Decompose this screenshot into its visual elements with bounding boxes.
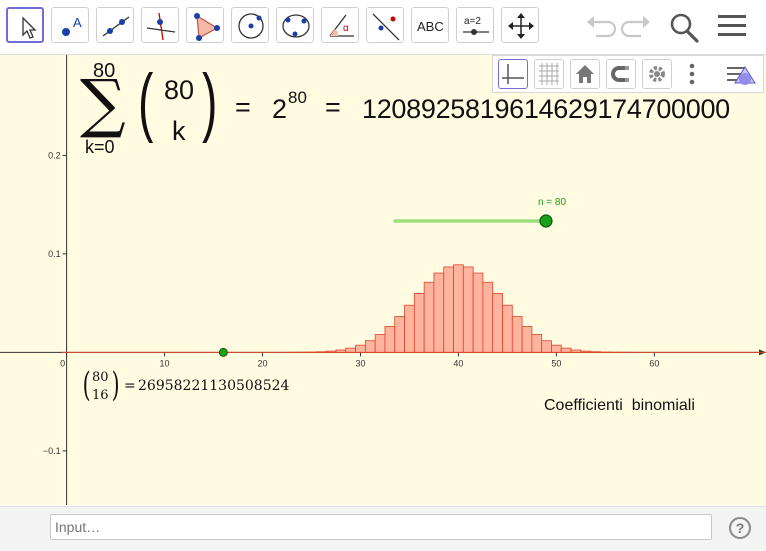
bar-k-49 — [542, 341, 552, 353]
angle-tool-button[interactable]: α — [321, 7, 359, 43]
x-tick-label: 20 — [258, 358, 268, 368]
grid-icon — [535, 60, 563, 88]
point-k[interactable] — [219, 348, 227, 356]
bar-k-30 — [356, 345, 366, 352]
caption-text: Coefficienti binomiali — [544, 397, 695, 415]
magnet-icon — [607, 60, 635, 88]
graphics-view[interactable]: 01020304050600.20.1−0.1 n = 80 80 ∑ k=0 … — [0, 55, 766, 505]
bar-k-45 — [503, 305, 513, 352]
slider-tool-button[interactable]: a=2 — [456, 7, 494, 43]
menu-icon[interactable] — [716, 12, 748, 40]
binom-close-paren: ) — [202, 62, 217, 142]
line-tool-button[interactable] — [96, 7, 134, 43]
equals-sign-1: = — [235, 92, 251, 123]
x-tick-label: 40 — [453, 358, 463, 368]
home-icon — [571, 60, 599, 88]
bar-k-50 — [551, 345, 561, 352]
bar-k-32 — [375, 335, 385, 353]
line-icon — [103, 17, 129, 36]
binom-result-value: 26958221130508524 — [138, 378, 289, 394]
svg-text:α: α — [343, 23, 349, 34]
power-exponent: 80 — [288, 88, 307, 108]
toggle-axes-button[interactable] — [498, 59, 528, 89]
toggle-grid-button[interactable] — [534, 59, 564, 89]
circle-tool-button[interactable] — [231, 7, 269, 43]
bar-k-33 — [385, 326, 395, 352]
bar-k-37 — [424, 282, 434, 352]
input-bar: ? — [0, 506, 766, 551]
slider-n-handle[interactable] — [540, 215, 552, 227]
cursor-arrow-icon — [23, 18, 35, 38]
point-capturing-button[interactable] — [606, 59, 636, 89]
move-arrows-icon — [502, 8, 540, 44]
svg-text:a=2: a=2 — [464, 16, 481, 27]
bar-k-29 — [346, 348, 356, 352]
perpendicular-line-tool-button[interactable] — [141, 7, 179, 43]
polygon-tool-button[interactable] — [186, 7, 224, 43]
binom-result-close-paren: ) — [112, 366, 120, 404]
sigma-symbol: ∑ — [80, 72, 126, 136]
undo-icon[interactable] — [584, 10, 618, 42]
equals-sign-2: = — [325, 92, 341, 123]
help-button[interactable]: ? — [729, 517, 751, 539]
binom-result-bottom: 16 — [92, 388, 109, 403]
move-graphics-view-tool-button[interactable] — [501, 7, 539, 43]
search-icon[interactable] — [667, 10, 701, 44]
binom-result-top: 80 — [92, 370, 109, 385]
point-icon — [62, 28, 70, 36]
axes-icon — [499, 60, 527, 88]
point-tool-button[interactable]: A — [51, 7, 89, 43]
standard-view-button[interactable] — [570, 59, 600, 89]
y-tick-label: 0.1 — [48, 249, 61, 259]
text-icon: ABC — [417, 19, 444, 34]
move-tool-button[interactable] — [6, 7, 44, 43]
bar-k-44 — [493, 293, 503, 352]
slider-n-label: n = 80 — [538, 197, 567, 208]
more-vertical-icon[interactable] — [686, 62, 698, 88]
text-tool-button[interactable]: ABC — [411, 7, 449, 43]
bar-k-40 — [454, 265, 464, 353]
algebra-input[interactable] — [50, 514, 712, 540]
bar-k-51 — [561, 348, 571, 352]
polygon-icon — [197, 16, 217, 38]
gear-icon — [643, 60, 671, 88]
bar-k-36 — [414, 293, 424, 352]
y-tick-label: 0.2 — [48, 150, 61, 160]
style-bar — [492, 55, 764, 93]
bar-k-34 — [395, 316, 405, 352]
bar-k-47 — [522, 326, 532, 352]
redo-icon[interactable] — [619, 10, 653, 42]
binom-top: 80 — [164, 75, 194, 106]
x-tick-label: 0 — [60, 358, 65, 368]
x-tick-label: 10 — [160, 358, 170, 368]
graphics-settings-button[interactable] — [642, 59, 672, 89]
formula-result: 1208925819614629174700000 — [362, 94, 730, 125]
x-tick-label: 50 — [551, 358, 561, 368]
binom-result-equals: = — [124, 378, 136, 394]
point-label-icon: A — [73, 15, 82, 30]
bar-k-39 — [444, 267, 454, 352]
sum-lower-limit: k=0 — [85, 137, 115, 158]
binom-bottom: k — [172, 116, 186, 147]
bar-k-31 — [365, 341, 375, 353]
bar-k-41 — [463, 267, 473, 352]
bar-k-38 — [434, 273, 444, 352]
toolbar: A α ABC a=2 — [0, 0, 766, 55]
bar-k-43 — [483, 282, 493, 352]
conic-tool-button[interactable] — [276, 7, 314, 43]
bar-k-46 — [512, 316, 522, 352]
x-tick-label: 60 — [649, 358, 659, 368]
y-tick-label: −0.1 — [43, 446, 61, 456]
perpendicular-icon — [159, 13, 163, 40]
bar-k-48 — [532, 335, 542, 353]
toggle-style-bar-icon[interactable] — [725, 61, 759, 89]
binom-open-paren: ( — [138, 62, 153, 142]
binom-result-open-paren: ( — [83, 366, 91, 404]
power-base: 2 — [272, 94, 287, 125]
bar-k-42 — [473, 273, 483, 352]
bar-k-35 — [405, 305, 415, 352]
reflect-tool-button[interactable] — [366, 7, 404, 43]
x-tick-label: 30 — [355, 358, 365, 368]
